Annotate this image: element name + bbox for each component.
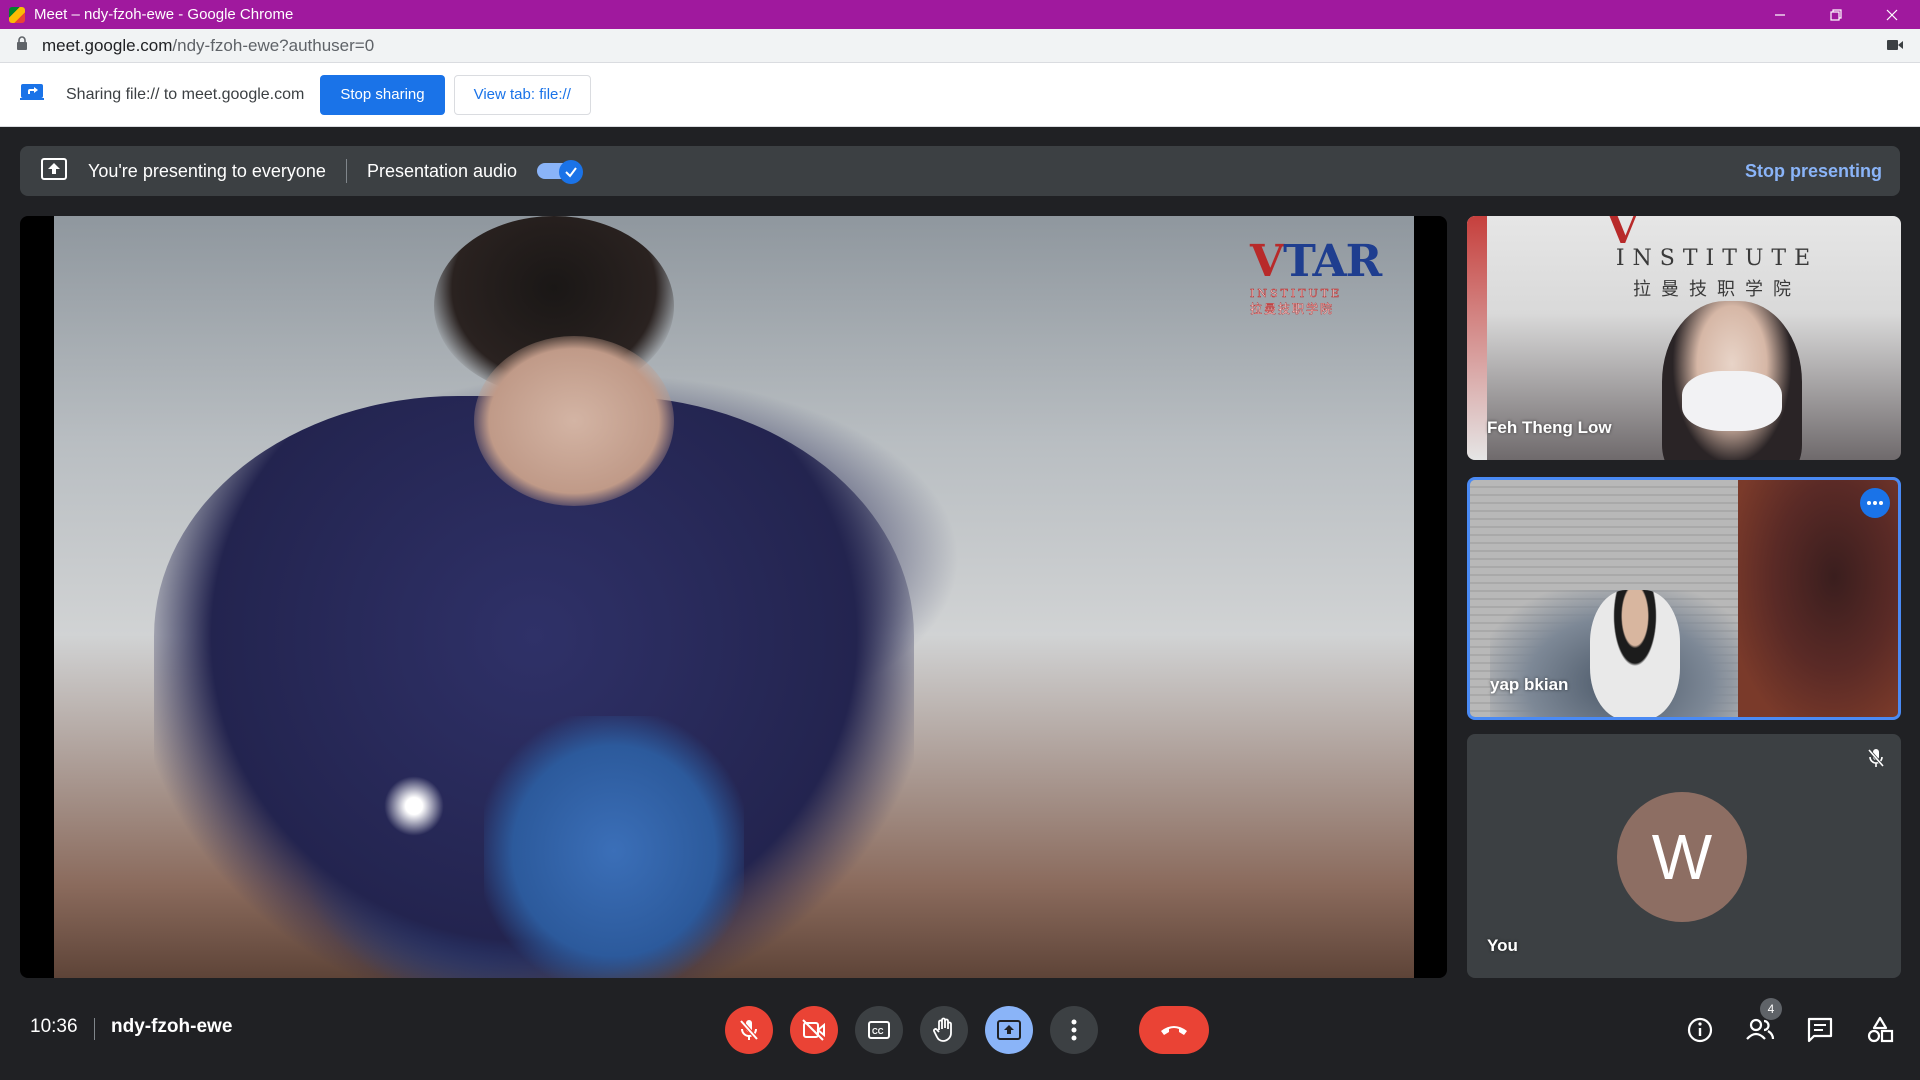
call-controls-bar: 10:36 ndy-fzoh-ewe CC 4 bbox=[0, 978, 1920, 1080]
screen-share-icon bbox=[20, 83, 44, 106]
video-student bbox=[1590, 590, 1680, 717]
check-icon bbox=[559, 160, 584, 184]
meeting-tools: 4 bbox=[1658, 998, 1898, 1048]
people-button[interactable]: 4 bbox=[1742, 998, 1782, 1048]
vtar-logo: VTAR INSTITUTE 拉曼技职学院 bbox=[1250, 236, 1400, 326]
logo-chinese: 拉曼技职学院 bbox=[1250, 302, 1335, 316]
mic-muted-icon bbox=[1867, 748, 1885, 773]
video-welding-flare bbox=[384, 776, 444, 836]
tile-sign-chinese: 拉曼技职学院 bbox=[1633, 279, 1801, 300]
presenting-banner: You're presenting to everyone Presentati… bbox=[20, 146, 1900, 196]
presented-video: VTAR INSTITUTE 拉曼技职学院 bbox=[54, 216, 1414, 978]
meeting-details-button[interactable] bbox=[1682, 1012, 1718, 1048]
camera-off-button[interactable] bbox=[790, 1006, 838, 1054]
meet-favicon-icon bbox=[9, 6, 25, 23]
present-now-button[interactable] bbox=[985, 1006, 1033, 1054]
presentation-audio-toggle[interactable] bbox=[537, 160, 584, 184]
leave-call-button[interactable] bbox=[1139, 1006, 1209, 1054]
participant-name: You bbox=[1487, 936, 1518, 955]
mic-off-button[interactable] bbox=[725, 1006, 773, 1054]
more-options-button[interactable] bbox=[1050, 1006, 1098, 1054]
camera-in-use-icon[interactable] bbox=[1886, 38, 1904, 57]
logo-mark-tar: TAR bbox=[1283, 236, 1382, 287]
presenting-status-text: You're presenting to everyone bbox=[88, 160, 326, 181]
participant-tile-feh-theng-low[interactable]: V INSTITUTE 拉曼技职学院 Feh Theng Low bbox=[1467, 216, 1901, 460]
banner-divider bbox=[345, 159, 347, 183]
chat-button[interactable] bbox=[1802, 1012, 1838, 1048]
activities-button[interactable] bbox=[1862, 1012, 1898, 1048]
participant-name: yap bkian bbox=[1490, 675, 1569, 694]
avatar: W bbox=[1617, 792, 1747, 922]
url-host: meet.google.com bbox=[42, 35, 173, 55]
present-to-all-icon bbox=[40, 157, 68, 186]
address-bar[interactable]: meet.google.com/ndy-fzoh-ewe?authuser=0 bbox=[0, 29, 1920, 63]
participant-tile-yap-bkian[interactable]: yap bkian bbox=[1467, 477, 1901, 720]
meet-window: You're presenting to everyone Presentati… bbox=[0, 127, 1920, 1080]
minimize-icon[interactable] bbox=[1752, 0, 1808, 29]
people-icon bbox=[1746, 1018, 1775, 1040]
raise-hand-button[interactable] bbox=[920, 1006, 968, 1054]
sharing-infobar: Sharing file:// to meet.google.com Stop … bbox=[0, 63, 1920, 127]
participant-name: Feh Theng Low bbox=[1487, 418, 1612, 437]
call-controls: CC bbox=[725, 1006, 1209, 1054]
meeting-time: 10:36 bbox=[30, 1016, 78, 1037]
camera-off-icon bbox=[802, 1019, 825, 1041]
time-divider bbox=[94, 1018, 95, 1040]
logo-subtitle: INSTITUTE bbox=[1250, 287, 1343, 301]
more-options-icon bbox=[1071, 1019, 1077, 1041]
mic-off-icon bbox=[739, 1019, 759, 1041]
stop-presenting-button[interactable]: Stop presenting bbox=[1745, 161, 1882, 182]
stop-sharing-button[interactable]: Stop sharing bbox=[320, 74, 445, 115]
window-title-bar: Meet – ndy-fzoh-ewe - Google Chrome bbox=[0, 0, 1920, 29]
activities-icon bbox=[1867, 1016, 1894, 1043]
sharing-status-text: Sharing file:// to meet.google.com bbox=[66, 85, 305, 103]
participant-tile-you[interactable]: W You bbox=[1467, 734, 1901, 978]
info-icon bbox=[1687, 1017, 1713, 1043]
tile-background-poster bbox=[1467, 216, 1487, 460]
logo-mark-v: V bbox=[1250, 236, 1284, 287]
url-path: /ndy-fzoh-ewe?authuser=0 bbox=[172, 35, 375, 55]
raise-hand-icon bbox=[933, 1017, 952, 1042]
participant-face-mask bbox=[1682, 371, 1782, 431]
restore-icon[interactable] bbox=[1808, 0, 1864, 29]
leave-call-icon bbox=[1161, 1026, 1187, 1035]
presentation-stage: VTAR INSTITUTE 拉曼技职学院 bbox=[20, 216, 1447, 978]
window-title: Meet – ndy-fzoh-ewe - Google Chrome bbox=[34, 6, 294, 23]
presentation-audio-label: Presentation audio bbox=[366, 160, 518, 181]
video-face-region bbox=[474, 336, 674, 506]
tile-sign-institute: INSTITUTE bbox=[1615, 246, 1819, 271]
svg-text:CC: CC bbox=[872, 1027, 884, 1036]
captions-icon: CC bbox=[868, 1021, 890, 1039]
logo-mark: VTAR bbox=[1250, 236, 1400, 287]
lock-icon[interactable] bbox=[16, 36, 28, 55]
more-options-icon[interactable] bbox=[1860, 488, 1890, 518]
participant-count-badge: 4 bbox=[1760, 998, 1782, 1020]
chat-icon bbox=[1807, 1017, 1833, 1043]
view-tab-button[interactable]: View tab: file:// bbox=[453, 74, 591, 115]
present-icon bbox=[997, 1020, 1021, 1040]
meeting-code: ndy-fzoh-ewe bbox=[111, 1016, 233, 1037]
window-controls bbox=[1752, 0, 1920, 29]
url-text[interactable]: meet.google.com/ndy-fzoh-ewe?authuser=0 bbox=[42, 36, 374, 56]
video-vise-region bbox=[484, 716, 744, 978]
captions-button[interactable]: CC bbox=[855, 1006, 903, 1054]
close-window-icon[interactable] bbox=[1864, 0, 1920, 29]
